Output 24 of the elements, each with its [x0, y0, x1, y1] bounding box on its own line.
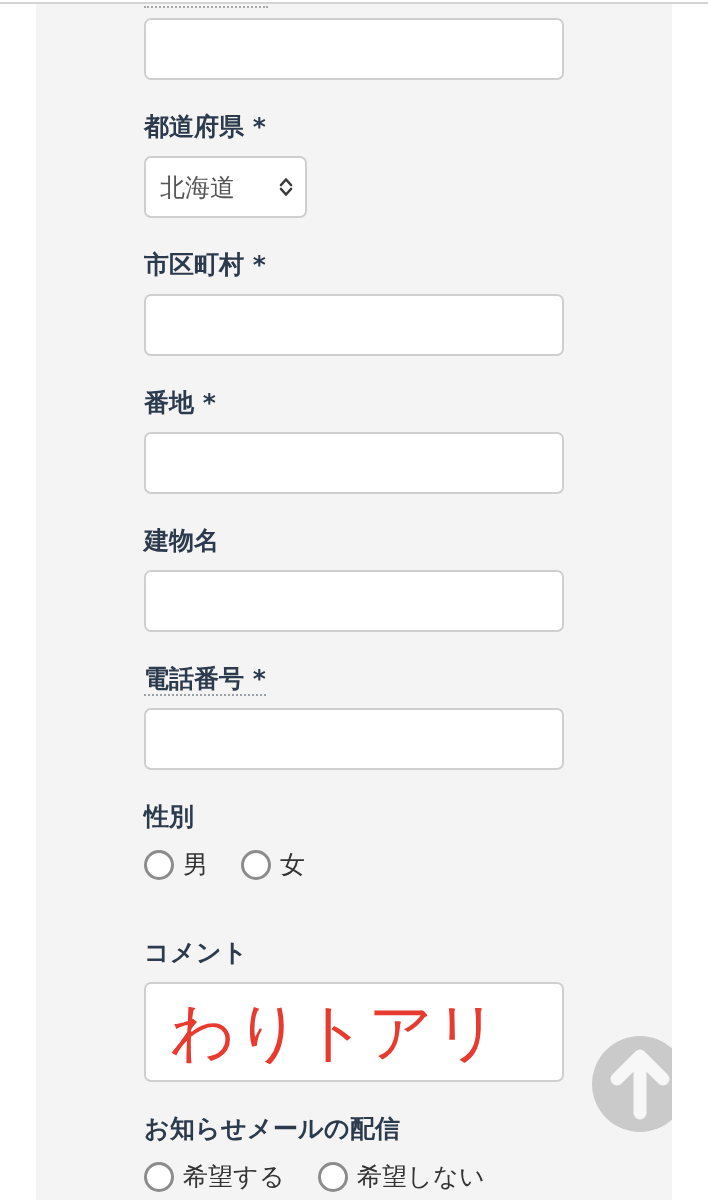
radio-button[interactable] [318, 1162, 348, 1192]
field-label: 市区町村 * [144, 250, 266, 280]
radio-button[interactable] [144, 1162, 174, 1192]
field-label: 番地 * [144, 388, 216, 418]
text-input-field[interactable] [144, 708, 564, 770]
field-label: 性別 [144, 802, 194, 832]
field-label: 都道府県 * [144, 112, 266, 142]
text-input-field[interactable] [144, 432, 564, 494]
radio-label[interactable]: 希望しない [357, 1162, 485, 1192]
up-down-chevron-icon [279, 176, 293, 198]
field-label: コメント [144, 938, 248, 968]
text-input-field[interactable] [144, 294, 564, 356]
radio-label[interactable]: 希望する [183, 1162, 285, 1192]
radio-button[interactable] [241, 850, 271, 880]
comment-textarea[interactable]: わりトアリ [144, 982, 564, 1082]
text-input-field[interactable] [144, 570, 564, 632]
field-label: 電話番号 * [144, 664, 266, 696]
field-label: 建物名 [144, 526, 219, 556]
radio-label[interactable]: 女 [280, 850, 305, 880]
field-label: お知らせメールの配信 [144, 1114, 400, 1144]
radio-button[interactable] [144, 850, 174, 880]
text-input-field[interactable] [144, 18, 564, 80]
select-dropdown[interactable]: 北海道 [144, 156, 307, 218]
radio-label[interactable]: 男 [183, 850, 208, 880]
